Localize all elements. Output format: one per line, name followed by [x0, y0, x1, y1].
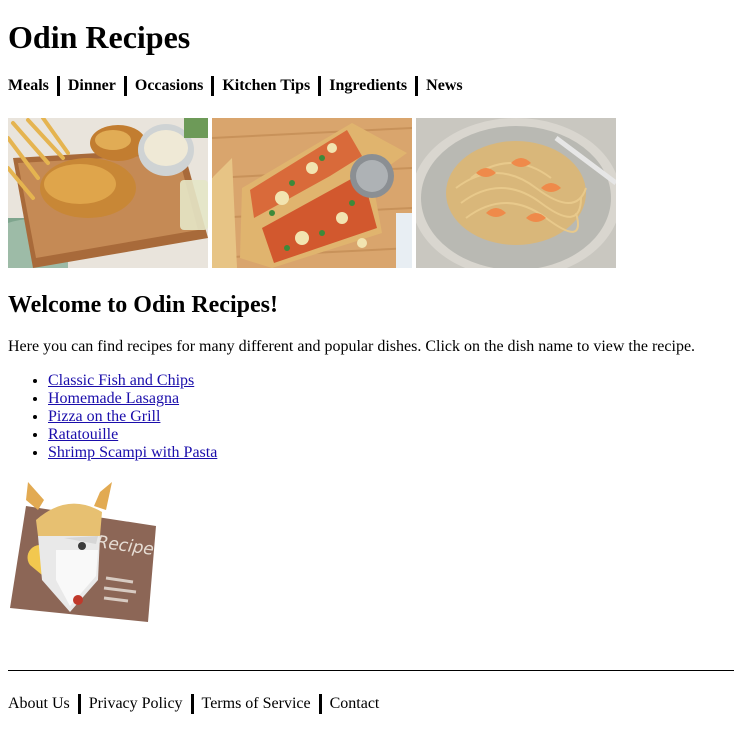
- footer-divider: [8, 670, 734, 671]
- footer-nav: About Us Privacy Policy Terms of Service…: [8, 694, 379, 714]
- footer-link-privacy[interactable]: Privacy Policy: [89, 695, 183, 713]
- intro-text: Here you can find recipes for many diffe…: [8, 338, 696, 355]
- site-title: Odin Recipes: [8, 19, 191, 55]
- nav-separator: [211, 76, 215, 96]
- list-item: Homemade Lasagna: [48, 390, 217, 408]
- recipe-link-shrimp-scampi[interactable]: Shrimp Scampi with Pasta: [48, 444, 217, 461]
- list-item: Shrimp Scampi with Pasta: [48, 444, 217, 462]
- footer-separator: [318, 694, 322, 714]
- photo-gallery: [8, 118, 616, 268]
- footer-link-terms[interactable]: Terms of Service: [202, 695, 311, 713]
- recipe-link-lasagna[interactable]: Homemade Lasagna: [48, 390, 179, 407]
- nav-item-kitchen-tips[interactable]: Kitchen Tips: [222, 77, 310, 95]
- footer-link-about[interactable]: About Us: [8, 695, 70, 713]
- pizza-photo: [212, 118, 412, 268]
- nav-item-dinner[interactable]: Dinner: [68, 77, 116, 95]
- footer-separator: [77, 694, 81, 714]
- list-item: Classic Fish and Chips: [48, 372, 217, 390]
- list-item: Pizza on the Grill: [48, 408, 217, 426]
- nav-separator: [56, 76, 60, 96]
- nav-separator: [123, 76, 127, 96]
- nav-separator: [415, 76, 419, 96]
- footer-link-contact[interactable]: Contact: [330, 695, 380, 713]
- recipe-link-ratatouille[interactable]: Ratatouille: [48, 426, 118, 443]
- nav-separator: [318, 76, 322, 96]
- nav-item-news[interactable]: News: [426, 77, 462, 95]
- list-item: Ratatouille: [48, 426, 217, 444]
- nav-item-occasions[interactable]: Occasions: [135, 77, 203, 95]
- welcome-heading: Welcome to Odin Recipes!: [8, 292, 278, 318]
- fish-and-chips-photo: [8, 118, 208, 268]
- footer-separator: [190, 694, 194, 714]
- nav-item-ingredients[interactable]: Ingredients: [329, 77, 407, 95]
- recipe-link-fish-and-chips[interactable]: Classic Fish and Chips: [48, 372, 194, 389]
- shrimp-pasta-photo: [416, 118, 616, 268]
- nav-item-meals[interactable]: Meals: [8, 77, 49, 95]
- recipe-list: Classic Fish and Chips Homemade Lasagna …: [8, 372, 217, 462]
- main-nav: Meals Dinner Occasions Kitchen Tips Ingr…: [8, 76, 463, 96]
- odin-recipe-logo: Recipe: [8, 480, 158, 626]
- recipe-link-pizza[interactable]: Pizza on the Grill: [48, 408, 160, 425]
